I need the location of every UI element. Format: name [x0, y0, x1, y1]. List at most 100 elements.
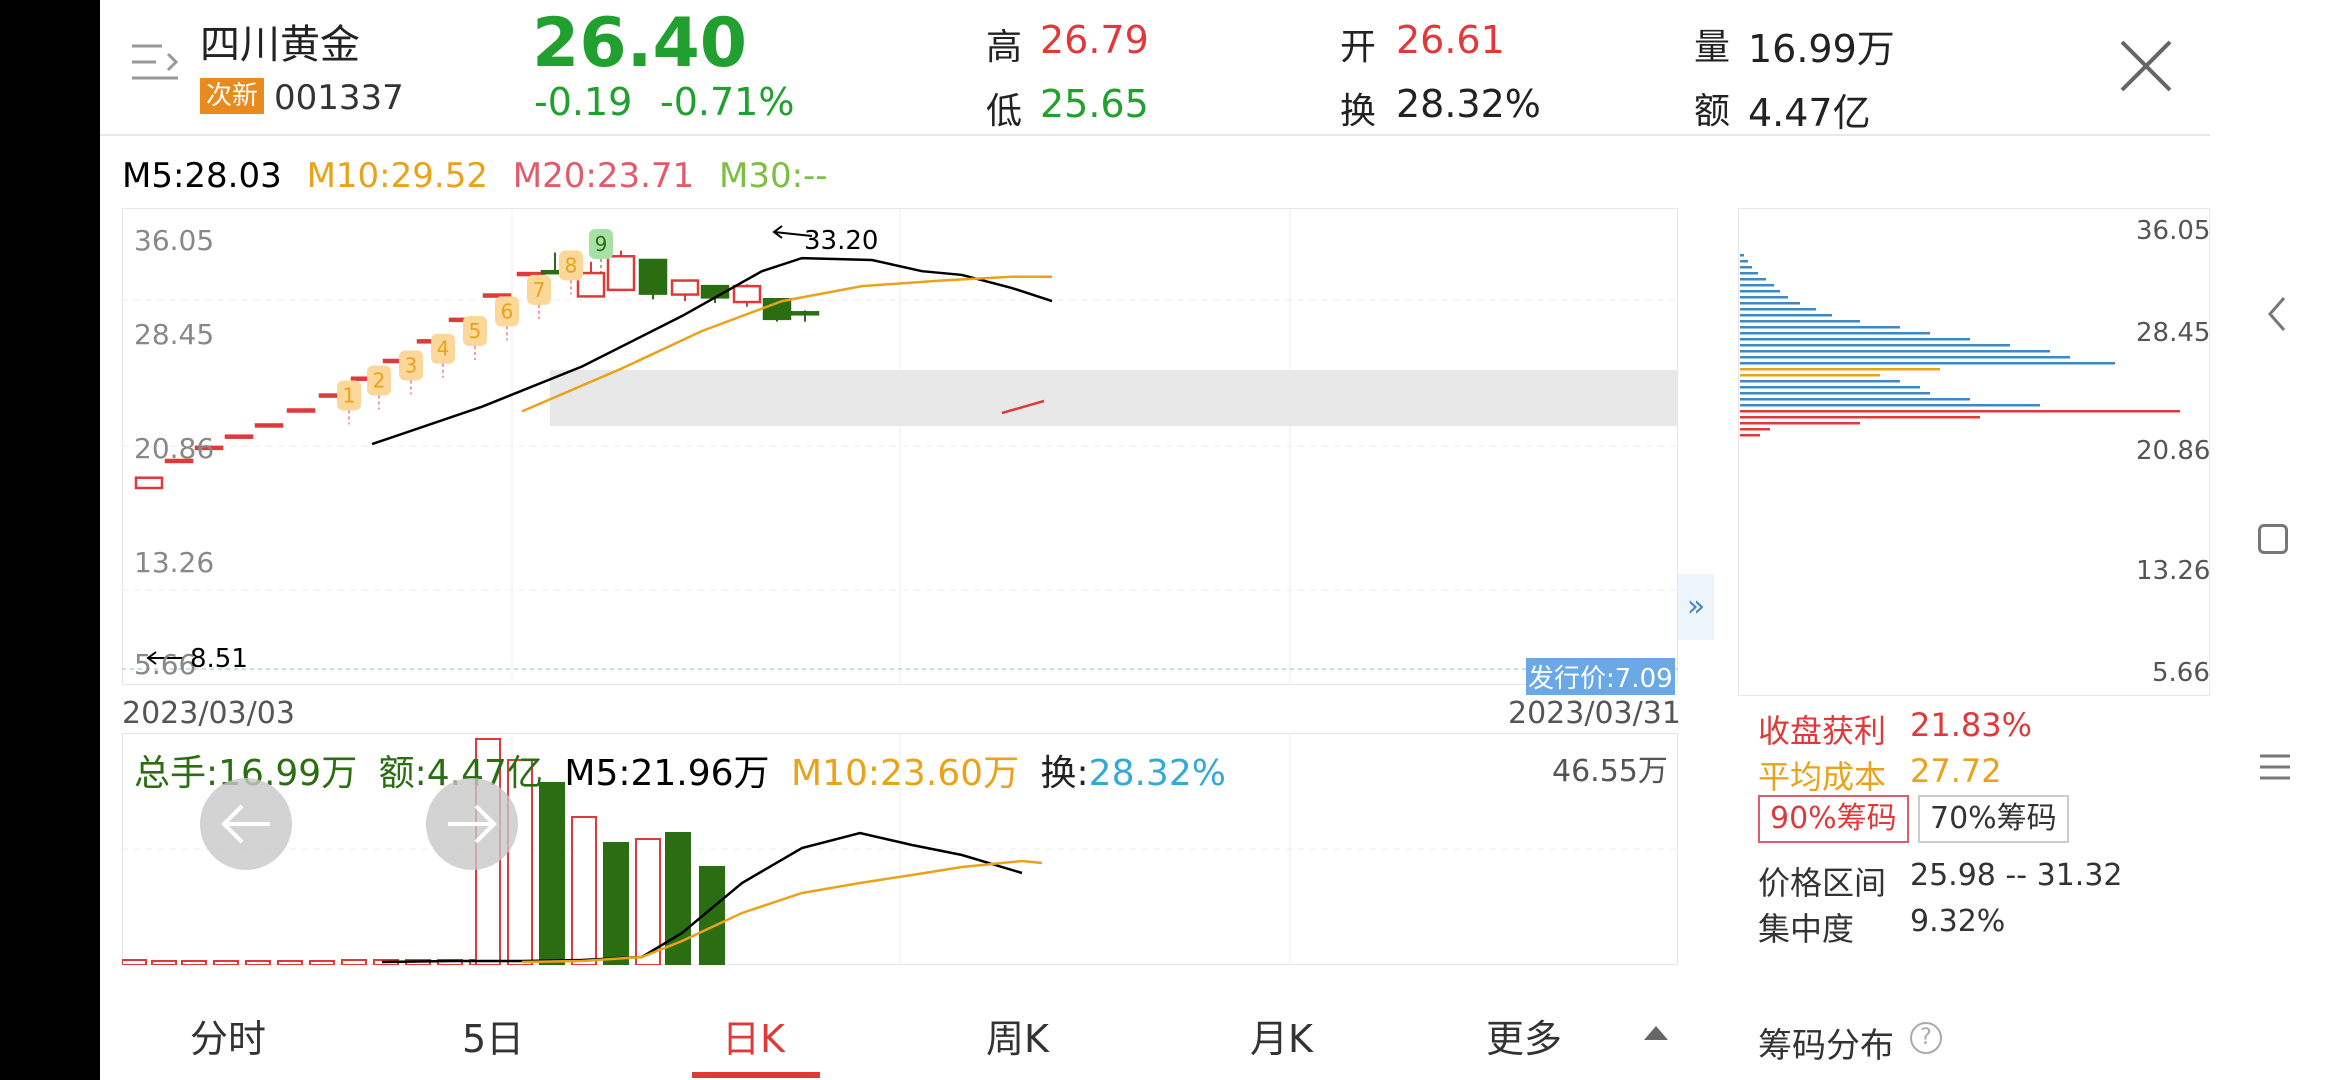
- chip-bar: [1740, 368, 1940, 371]
- arrow-right-icon[interactable]: [426, 778, 518, 870]
- low-marker: 8.51: [190, 644, 248, 674]
- high-value: 26.79: [1040, 18, 1149, 62]
- caret-up-icon[interactable]: [1644, 1026, 1668, 1040]
- header-divider: [100, 134, 2210, 136]
- volume-bar: [571, 816, 597, 965]
- stock-badge: 次新: [200, 78, 265, 114]
- ma5-label: M5:28.03: [122, 156, 282, 196]
- chip-tick-3: 20.86: [2136, 436, 2211, 466]
- close-icon[interactable]: [2118, 38, 2174, 94]
- chip-tick-1: 36.05: [2136, 216, 2211, 246]
- seq-marker-label: 5: [469, 319, 482, 343]
- ma30-label: M30:--: [718, 156, 828, 196]
- y-tick-1: 36.05: [134, 224, 215, 257]
- low-label: 低: [986, 91, 1023, 132]
- chip-tick-2: 28.45: [2136, 318, 2211, 348]
- chip-bar: [1740, 398, 1970, 401]
- help-icon[interactable]: ?: [1910, 1022, 1942, 1054]
- chip-profit-label: 收盘获利: [1758, 712, 1887, 750]
- amount-label: 额: [1694, 91, 1731, 132]
- chip-bar: [1740, 326, 1900, 329]
- open-label: 开: [1340, 27, 1377, 68]
- tab-month-k[interactable]: 月K: [1250, 1008, 1313, 1063]
- candle-body: [286, 408, 316, 413]
- chip-bar: [1740, 362, 2115, 365]
- chip-tick-5: 5.66: [2152, 658, 2210, 688]
- tab-day-k[interactable]: 日K: [722, 1008, 785, 1063]
- candle-body: [638, 258, 668, 295]
- kline-svg: 123456789: [122, 208, 1678, 685]
- candle-body: [482, 293, 512, 298]
- seq-marker-label: 2: [373, 369, 386, 393]
- candle-body: [670, 279, 700, 296]
- chip-70-button[interactable]: 70%筹码: [1918, 795, 2069, 843]
- tab-active-indicator: [692, 1072, 820, 1078]
- amount-value: 4.47亿: [1748, 91, 1871, 135]
- chip-bar: [1740, 422, 1860, 425]
- tab-more[interactable]: 更多: [1486, 1008, 1562, 1063]
- volume-bar: [122, 959, 147, 965]
- chip-bar: [1740, 380, 1900, 383]
- arrow-left-icon[interactable]: [200, 778, 292, 870]
- ma10-label: M10:29.52: [306, 156, 488, 196]
- price-change-pct: -0.71%: [660, 80, 795, 124]
- ma-legend: M5:28.03 M10:29.52 M20:23.71 M30:--: [122, 156, 828, 196]
- chip-bar: [1740, 344, 2010, 347]
- chip-avg-label: 平均成本: [1758, 758, 1887, 796]
- tab-5day[interactable]: 5日: [462, 1008, 524, 1063]
- recents-icon[interactable]: [2258, 752, 2292, 782]
- chip-range-label: 价格区间: [1758, 864, 1887, 902]
- seq-marker-label: 8: [565, 254, 578, 278]
- chip-bar: [1740, 260, 1748, 263]
- volume-bar: [539, 782, 565, 965]
- volume-bar: [245, 960, 271, 965]
- chip-bar: [1740, 278, 1766, 281]
- turnover-label: 换: [1340, 91, 1377, 132]
- seq-marker-label: 1: [343, 383, 356, 407]
- chip-bar: [1740, 356, 2070, 359]
- seq-marker-label: 3: [405, 354, 418, 378]
- chip-bar: [1740, 332, 1930, 335]
- chip-bar: [1740, 434, 1760, 437]
- y-tick-4: 13.26: [134, 546, 215, 579]
- left-bezel: [0, 0, 100, 1080]
- chip-bar: [1740, 350, 2050, 353]
- back-icon[interactable]: [2262, 294, 2292, 334]
- high-label: 高: [986, 27, 1023, 68]
- candle-body: [732, 284, 762, 304]
- chip-bar: [1740, 266, 1752, 269]
- seq-marker-label: 6: [501, 299, 514, 323]
- chip-90-button[interactable]: 90%筹码: [1758, 795, 1909, 843]
- turnover-value: 28.32%: [1396, 82, 1541, 126]
- volume-bar: [603, 842, 629, 965]
- menu-toggle-icon[interactable]: [130, 40, 180, 84]
- high-marker: 33.20: [804, 226, 879, 256]
- ipo-price-label: 发行价:7.09: [1526, 658, 1675, 695]
- seq-marker-label: 7: [533, 278, 546, 302]
- home-icon[interactable]: [2258, 524, 2288, 554]
- chip-bar: [1740, 374, 1880, 377]
- chip-bar: [1740, 428, 1770, 431]
- volume-value: 16.99万: [1748, 27, 1895, 71]
- volume-bar: [277, 960, 303, 965]
- chip-conc-label: 集中度: [1758, 910, 1855, 948]
- seq-marker-label: 9: [595, 232, 608, 256]
- volume-label: 量: [1694, 27, 1731, 68]
- low-value: 25.65: [1040, 82, 1149, 126]
- y-tick-5: 5.66: [134, 648, 197, 681]
- y-tick-3: 20.86: [134, 432, 215, 465]
- chip-profit-value: 21.83%: [1910, 706, 2033, 744]
- vol-turnover-label: 换:: [1040, 753, 1089, 794]
- candle-body: [134, 476, 164, 490]
- chip-bar: [1740, 320, 1860, 323]
- volume-bar: [151, 960, 177, 965]
- chip-bar: [1740, 338, 1970, 341]
- candle-body: [254, 423, 284, 428]
- vol-m5: M5:21.96万: [564, 753, 770, 794]
- volume-bar: [309, 960, 335, 965]
- volume-bar: [635, 838, 661, 965]
- chip-bar: [1740, 314, 1832, 317]
- expand-right-icon[interactable]: »: [1678, 574, 1714, 640]
- tab-fenshi[interactable]: 分时: [190, 1008, 266, 1063]
- tab-week-k[interactable]: 周K: [986, 1008, 1049, 1063]
